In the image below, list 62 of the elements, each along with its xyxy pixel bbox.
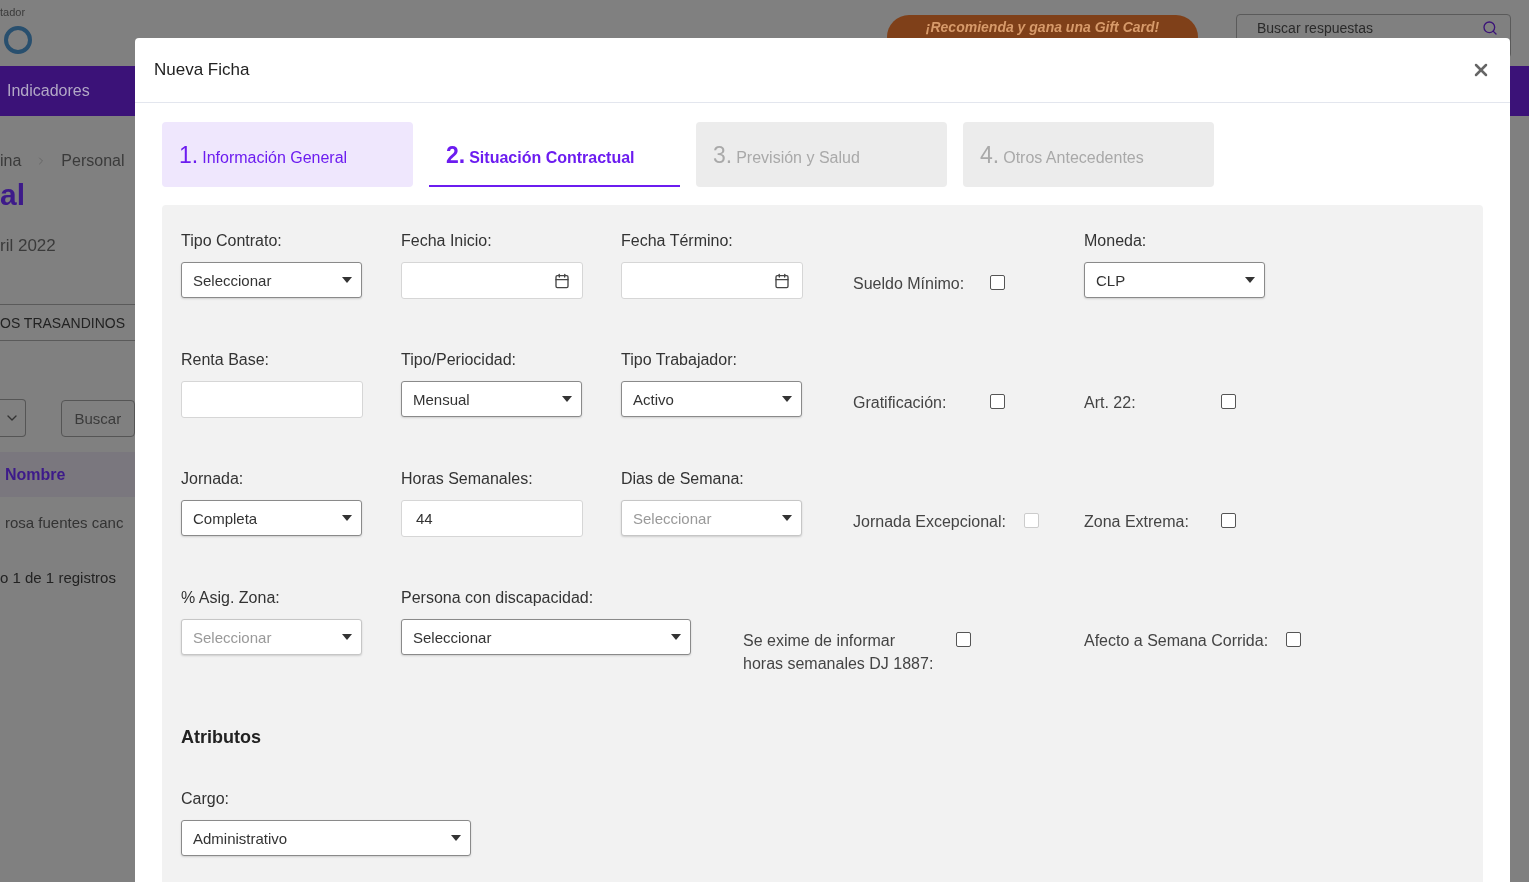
- checkbox-label: Art. 22:: [1084, 393, 1137, 413]
- field-label: % Asig. Zona:: [181, 589, 281, 608]
- column-header: Nombre: [0, 452, 135, 497]
- checkbox[interactable]: [1221, 394, 1236, 409]
- field-label: Tipo/Periocidad:: [401, 351, 518, 370]
- logo-icon: [4, 26, 32, 54]
- select-field[interactable]: Completa: [181, 500, 362, 536]
- nav-item[interactable]: Indicadores: [7, 82, 90, 100]
- record-count: o 1 de 1 registros: [0, 569, 117, 586]
- checkbox-label: Zona Extrema:: [1084, 512, 1190, 532]
- caret-icon: [782, 515, 792, 521]
- checkbox-label: Sueldo Mínimo:: [853, 274, 966, 294]
- header-label: tador: [0, 6, 26, 18]
- field-label: Persona con discapacidad:: [401, 589, 595, 608]
- checkbox[interactable]: [1221, 513, 1236, 528]
- field-label: Fecha Inicio:: [401, 232, 493, 251]
- field-label: Tipo Contrato:: [181, 232, 283, 251]
- select-field[interactable]: Mensual: [401, 381, 582, 417]
- checkbox-label: Jornada Excepcional:: [853, 512, 1006, 532]
- field-label: Renta Base:: [181, 351, 271, 370]
- input-field[interactable]: [181, 381, 363, 418]
- checkbox-label: Afecto a Semana Corrida:: [1084, 631, 1269, 651]
- table-cell-text: rosa fuentes canc: [4, 512, 125, 533]
- caret-icon: [342, 515, 352, 521]
- checkbox-label: Se exime de informar horas semanales DJ 1887:: [743, 631, 935, 674]
- checkbox[interactable]: [990, 275, 1005, 290]
- select-field[interactable]: [0, 399, 26, 437]
- field-label: Dias de Semana:: [621, 470, 745, 489]
- modal-title: Nueva Ficha: [154, 60, 250, 80]
- field-label: Horas Semanales:: [401, 470, 534, 489]
- checkbox[interactable]: [990, 394, 1005, 409]
- page-title: al: [0, 178, 27, 212]
- caret-icon: [1245, 277, 1255, 283]
- search-icon: [1482, 20, 1498, 36]
- checkbox[interactable]: [1286, 632, 1302, 647]
- field-label: Tipo Trabajador:: [621, 351, 738, 370]
- step-tab[interactable]: 1. Información General: [162, 122, 413, 187]
- select-field[interactable]: Administrativo: [181, 820, 471, 856]
- caret-icon: [342, 277, 352, 283]
- select-field[interactable]: Activo: [621, 381, 802, 417]
- calendar-icon: [774, 272, 790, 289]
- calendar-icon: [554, 272, 570, 289]
- field-label: Cargo:: [181, 790, 231, 809]
- section-title: Atributos: [181, 727, 262, 748]
- input-field[interactable]: 44: [401, 500, 583, 537]
- caret-icon: [342, 634, 352, 640]
- date-field[interactable]: [621, 262, 803, 299]
- field-label: Fecha Término:: [621, 232, 734, 251]
- field-label: Jornada:: [181, 470, 245, 489]
- caret-icon: [782, 396, 792, 402]
- period-text: ril 2022: [0, 236, 57, 256]
- checkbox-label: Gratificación:: [853, 393, 948, 413]
- select-field[interactable]: Seleccionar: [401, 619, 691, 655]
- date-field[interactable]: [401, 262, 583, 299]
- select-field[interactable]: Seleccionar: [181, 262, 362, 298]
- field-label: Moneda:: [1084, 232, 1148, 251]
- breadcrumb-link[interactable]: Personal: [61, 152, 125, 170]
- caret-icon: [451, 835, 461, 841]
- caret-icon: [671, 634, 681, 640]
- select-field[interactable]: CLP: [1084, 262, 1265, 298]
- checkbox[interactable]: [956, 632, 971, 647]
- caret-icon: [562, 396, 572, 402]
